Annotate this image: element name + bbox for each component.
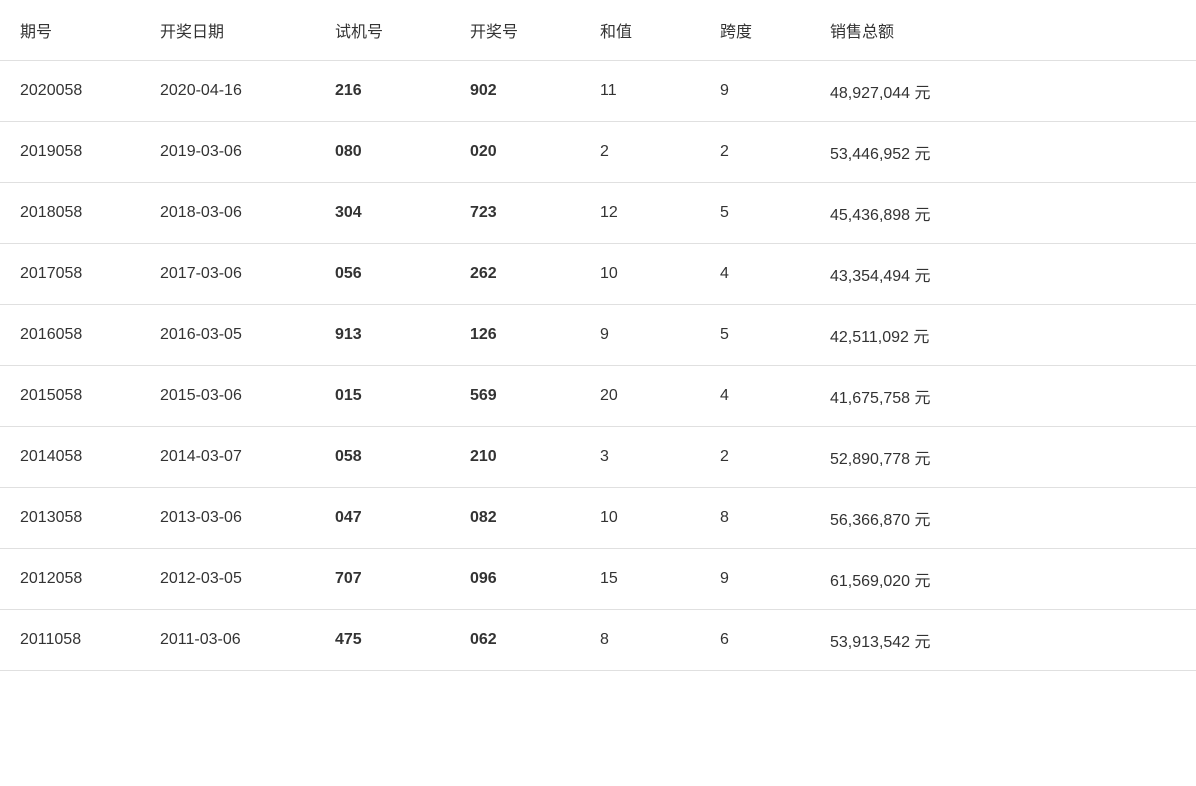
header-date: 开奖日期 — [140, 0, 315, 61]
cell-period: 2019058 — [0, 122, 140, 183]
cell-span: 2 — [700, 122, 810, 183]
cell-span: 4 — [700, 366, 810, 427]
main-container: 期号 开奖日期 试机号 开奖号 和值 跨度 销售总额 20200582020-0… — [0, 0, 1196, 786]
cell-winning: 062 — [450, 610, 580, 671]
cell-trial: 015 — [315, 366, 450, 427]
cell-trial: 304 — [315, 183, 450, 244]
cell-period: 2013058 — [0, 488, 140, 549]
table-row: 20110582011-03-064750628653,913,542 元 — [0, 610, 1196, 671]
cell-sales: 56,366,870 元 — [810, 488, 1196, 549]
cell-winning: 569 — [450, 366, 580, 427]
cell-sales: 61,569,020 元 — [810, 549, 1196, 610]
cell-sum: 2 — [580, 122, 700, 183]
cell-period: 2015058 — [0, 366, 140, 427]
cell-period: 2018058 — [0, 183, 140, 244]
header-period: 期号 — [0, 0, 140, 61]
cell-trial: 913 — [315, 305, 450, 366]
cell-sales: 42,511,092 元 — [810, 305, 1196, 366]
cell-span: 9 — [700, 549, 810, 610]
table-row: 20120582012-03-0570709615961,569,020 元 — [0, 549, 1196, 610]
cell-date: 2015-03-06 — [140, 366, 315, 427]
cell-date: 2016-03-05 — [140, 305, 315, 366]
cell-sum: 12 — [580, 183, 700, 244]
cell-span: 5 — [700, 305, 810, 366]
cell-date: 2019-03-06 — [140, 122, 315, 183]
cell-sum: 8 — [580, 610, 700, 671]
cell-period: 2017058 — [0, 244, 140, 305]
cell-trial: 475 — [315, 610, 450, 671]
cell-trial: 056 — [315, 244, 450, 305]
cell-sales: 48,927,044 元 — [810, 61, 1196, 122]
cell-winning: 210 — [450, 427, 580, 488]
table-row: 20160582016-03-059131269542,511,092 元 — [0, 305, 1196, 366]
cell-sales: 52,890,778 元 — [810, 427, 1196, 488]
table-header-row: 期号 开奖日期 试机号 开奖号 和值 跨度 销售总额 — [0, 0, 1196, 61]
cell-date: 2012-03-05 — [140, 549, 315, 610]
cell-winning: 262 — [450, 244, 580, 305]
table-row: 20130582013-03-0604708210856,366,870 元 — [0, 488, 1196, 549]
cell-span: 5 — [700, 183, 810, 244]
cell-winning: 126 — [450, 305, 580, 366]
cell-sum: 10 — [580, 244, 700, 305]
cell-date: 2014-03-07 — [140, 427, 315, 488]
header-sales: 销售总额 — [810, 0, 1196, 61]
table-row: 20190582019-03-060800202253,446,952 元 — [0, 122, 1196, 183]
header-trial: 试机号 — [315, 0, 450, 61]
cell-span: 6 — [700, 610, 810, 671]
header-winning: 开奖号 — [450, 0, 580, 61]
cell-date: 2011-03-06 — [140, 610, 315, 671]
cell-sum: 15 — [580, 549, 700, 610]
cell-period: 2011058 — [0, 610, 140, 671]
cell-sum: 20 — [580, 366, 700, 427]
header-span: 跨度 — [700, 0, 810, 61]
cell-trial: 047 — [315, 488, 450, 549]
cell-date: 2018-03-06 — [140, 183, 315, 244]
table-row: 20150582015-03-0601556920441,675,758 元 — [0, 366, 1196, 427]
cell-period: 2020058 — [0, 61, 140, 122]
cell-span: 4 — [700, 244, 810, 305]
cell-sales: 43,354,494 元 — [810, 244, 1196, 305]
table-row: 20180582018-03-0630472312545,436,898 元 — [0, 183, 1196, 244]
table-row: 20200582020-04-1621690211948,927,044 元 — [0, 61, 1196, 122]
cell-winning: 902 — [450, 61, 580, 122]
cell-date: 2013-03-06 — [140, 488, 315, 549]
cell-winning: 082 — [450, 488, 580, 549]
cell-sales: 53,446,952 元 — [810, 122, 1196, 183]
lottery-table: 期号 开奖日期 试机号 开奖号 和值 跨度 销售总额 20200582020-0… — [0, 0, 1196, 671]
cell-trial: 080 — [315, 122, 450, 183]
cell-winning: 096 — [450, 549, 580, 610]
cell-sum: 3 — [580, 427, 700, 488]
table-row: 20140582014-03-070582103252,890,778 元 — [0, 427, 1196, 488]
cell-span: 9 — [700, 61, 810, 122]
cell-sales: 53,913,542 元 — [810, 610, 1196, 671]
cell-period: 2014058 — [0, 427, 140, 488]
cell-winning: 020 — [450, 122, 580, 183]
cell-sum: 10 — [580, 488, 700, 549]
cell-period: 2012058 — [0, 549, 140, 610]
cell-span: 8 — [700, 488, 810, 549]
cell-trial: 707 — [315, 549, 450, 610]
cell-period: 2016058 — [0, 305, 140, 366]
table-row: 20170582017-03-0605626210443,354,494 元 — [0, 244, 1196, 305]
cell-span: 2 — [700, 427, 810, 488]
cell-sales: 41,675,758 元 — [810, 366, 1196, 427]
cell-sum: 9 — [580, 305, 700, 366]
cell-date: 2020-04-16 — [140, 61, 315, 122]
cell-trial: 216 — [315, 61, 450, 122]
cell-sum: 11 — [580, 61, 700, 122]
cell-date: 2017-03-06 — [140, 244, 315, 305]
cell-sales: 45,436,898 元 — [810, 183, 1196, 244]
header-sum: 和值 — [580, 0, 700, 61]
cell-trial: 058 — [315, 427, 450, 488]
cell-winning: 723 — [450, 183, 580, 244]
